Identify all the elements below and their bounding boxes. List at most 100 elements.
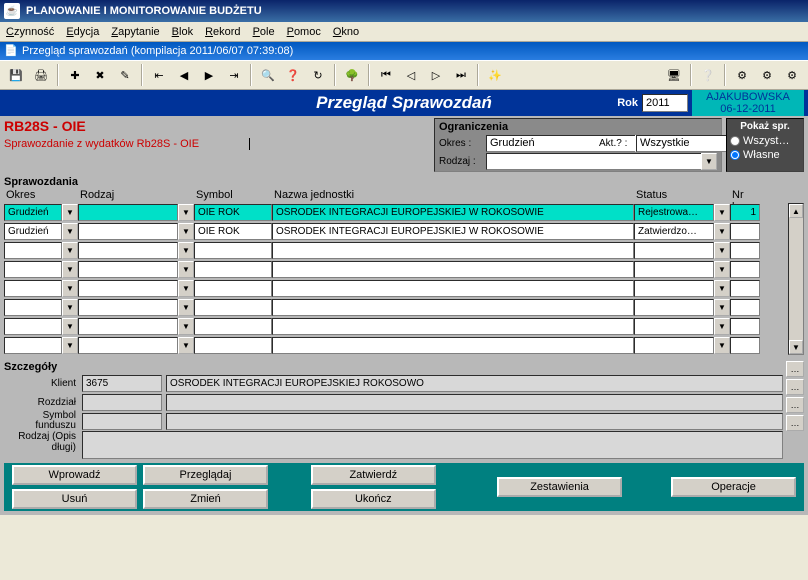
row-rodzaj-combo[interactable]: ▼	[78, 261, 194, 278]
row-rodzaj-input[interactable]	[78, 223, 178, 240]
row-okres-input[interactable]	[4, 280, 62, 297]
symbolf-field[interactable]	[82, 413, 162, 430]
row-okres-combo[interactable]: ▼	[4, 337, 78, 354]
chevron-down-icon[interactable]: ▼	[62, 204, 78, 221]
wizard-icon[interactable]: ✨	[483, 63, 507, 87]
rok-input[interactable]	[642, 94, 688, 112]
side-btn-4[interactable]: …	[786, 415, 804, 431]
chevron-down-icon[interactable]: ▼	[714, 261, 730, 278]
table-row[interactable]: ▼▼▼	[4, 317, 788, 336]
row-rodzaj-combo[interactable]: ▼	[78, 299, 194, 316]
row-symbol-input[interactable]	[194, 223, 272, 240]
row-nazwa-input[interactable]	[272, 261, 634, 278]
menu-item[interactable]: Rekord	[205, 26, 240, 38]
row-status-combo[interactable]: ▼	[634, 204, 730, 221]
akt-combo[interactable]: ▼	[636, 135, 717, 152]
monitor-icon[interactable]: 🖥	[662, 63, 686, 87]
row-rodzaj-input[interactable]	[78, 337, 178, 354]
row-nrkor-input[interactable]	[730, 261, 760, 278]
nav-first-icon[interactable]: ⏮	[374, 63, 398, 87]
rozdzial-desc-field[interactable]	[166, 394, 783, 411]
side-btn-1[interactable]: …	[786, 361, 804, 377]
chevron-down-icon[interactable]: ▼	[714, 280, 730, 297]
row-nrkor-input[interactable]	[730, 318, 760, 335]
row-okres-combo[interactable]: ▼	[4, 242, 78, 259]
row-okres-input[interactable]	[4, 318, 62, 335]
row-okres-input[interactable]	[4, 299, 62, 316]
pokaz-opt-all[interactable]: Wszyst…	[730, 134, 800, 148]
row-nrkor-input[interactable]	[730, 242, 760, 259]
row-symbol-input[interactable]	[194, 337, 272, 354]
row-symbol-input[interactable]	[194, 204, 272, 221]
print-icon[interactable]: 🖨	[29, 63, 53, 87]
klient-name-field[interactable]	[166, 375, 783, 392]
row-symbol-input[interactable]	[194, 242, 272, 259]
row-okres-combo[interactable]: ▼	[4, 204, 78, 221]
row-rodzaj-input[interactable]	[78, 242, 178, 259]
zmien-button[interactable]: Zmień	[143, 489, 268, 509]
chevron-down-icon[interactable]: ▼	[178, 261, 194, 278]
table-row[interactable]: ▼ ▼ ▼	[4, 260, 788, 279]
refresh-icon[interactable]: ↻	[306, 63, 330, 87]
row-okres-input[interactable]	[4, 223, 62, 240]
row-okres-combo[interactable]: ▼	[4, 280, 78, 297]
menu-item[interactable]: Pole	[253, 26, 275, 38]
symbolf-desc-field[interactable]	[166, 413, 783, 430]
chevron-down-icon[interactable]: ▼	[714, 204, 730, 221]
chevron-down-icon[interactable]: ▼	[714, 337, 730, 354]
row-rodzaj-input[interactable]	[78, 261, 178, 278]
row-rodzaj-combo[interactable]: ▼	[78, 204, 194, 221]
side-btn-3[interactable]: …	[786, 397, 804, 413]
delete-icon[interactable]: ✖	[88, 63, 112, 87]
chevron-down-icon[interactable]: ▼	[714, 223, 730, 240]
row-okres-input[interactable]	[4, 204, 62, 221]
row-okres-combo[interactable]: ▼	[4, 299, 78, 316]
row-okres-input[interactable]	[4, 242, 62, 259]
row-nazwa-input[interactable]	[272, 204, 634, 221]
chevron-down-icon[interactable]: ▼	[62, 242, 78, 259]
okres-combo[interactable]: ▼	[486, 135, 596, 152]
chevron-down-icon[interactable]: ▼	[178, 337, 194, 354]
row-nrkor-input[interactable]	[730, 337, 760, 354]
menu-item[interactable]: Edycja	[66, 26, 99, 38]
row-rodzaj-combo[interactable]: ▼	[78, 318, 194, 335]
row-rodzaj-combo[interactable]: ▼	[78, 280, 194, 297]
row-status-input[interactable]	[634, 299, 714, 316]
nav-prev-icon[interactable]: ◁	[399, 63, 423, 87]
row-okres-input[interactable]	[4, 261, 62, 278]
menu-item[interactable]: Pomoc	[287, 26, 321, 38]
chevron-down-icon[interactable]: ▼	[62, 318, 78, 335]
row-nazwa-input[interactable]	[272, 337, 634, 354]
chevron-down-icon[interactable]: ▼	[62, 299, 78, 316]
radio-own[interactable]	[730, 150, 740, 160]
row-rodzaj-combo[interactable]: ▼	[78, 242, 194, 259]
prev-icon[interactable]: ◀	[172, 63, 196, 87]
operacje-button[interactable]: Operacje	[671, 477, 796, 497]
row-status-input[interactable]	[634, 337, 714, 354]
row-status-combo[interactable]: ▼	[634, 242, 730, 259]
row-okres-combo[interactable]: ▼	[4, 318, 78, 335]
row-status-combo[interactable]: ▼	[634, 280, 730, 297]
rodzaj-opis-field[interactable]	[82, 431, 783, 459]
row-status-input[interactable]	[634, 280, 714, 297]
rodzaj-combo[interactable]: ▼	[486, 153, 717, 170]
tree-icon[interactable]: 🌳	[340, 63, 364, 87]
pokaz-opt-own[interactable]: Własne	[730, 148, 800, 162]
row-symbol-input[interactable]	[194, 318, 272, 335]
row-status-input[interactable]	[634, 223, 714, 240]
grid-vscroll[interactable]: ▲ ▼	[788, 203, 804, 355]
chevron-down-icon[interactable]: ▼	[714, 318, 730, 335]
wprowadz-button[interactable]: Wprowadź	[12, 465, 137, 485]
row-okres-combo[interactable]: ▼	[4, 261, 78, 278]
klient-code-field[interactable]	[82, 375, 162, 392]
row-nazwa-input[interactable]	[272, 318, 634, 335]
row-status-combo[interactable]: ▼	[634, 261, 730, 278]
rozdzial-field[interactable]	[82, 394, 162, 411]
edit-icon[interactable]: ✎	[113, 63, 137, 87]
radio-all[interactable]	[730, 136, 740, 146]
row-nrkor-input[interactable]	[730, 299, 760, 316]
new-icon[interactable]: ✚	[63, 63, 87, 87]
row-symbol-input[interactable]	[194, 280, 272, 297]
usun-button[interactable]: Usuń	[12, 489, 137, 509]
row-rodzaj-combo[interactable]: ▼	[78, 337, 194, 354]
